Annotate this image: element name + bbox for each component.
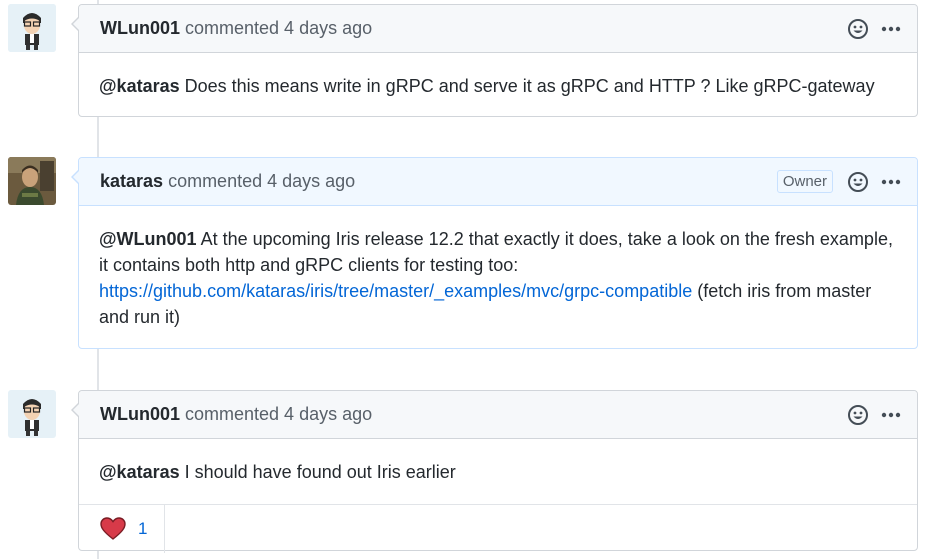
comment-header: WLun001 commented 4 days ago — [79, 5, 917, 53]
user-mention[interactable]: @kataras — [99, 76, 180, 96]
kebab-icon[interactable] — [881, 26, 901, 32]
comment-body: @kataras I should have found out Iris ea… — [79, 439, 917, 504]
comment-header: WLun001 commented 4 days ago — [79, 391, 917, 439]
comment-text: At the upcoming Iris release 12.2 that e… — [99, 229, 893, 275]
comment-text: Does this means write in gRPC and serve … — [179, 76, 875, 96]
smiley-icon[interactable] — [847, 171, 869, 193]
user-mention[interactable]: @WLun001 — [99, 229, 197, 249]
smiley-icon[interactable] — [847, 404, 869, 426]
comment-box: WLun001 commented 4 days ago @kataras Do… — [71, 4, 918, 117]
comment-author[interactable]: WLun001 — [100, 18, 180, 39]
reaction-count: 1 — [138, 519, 148, 538]
smiley-icon[interactable] — [847, 18, 869, 40]
reactions-bar: 1 — [79, 504, 917, 553]
avatar[interactable] — [8, 157, 56, 205]
comment-header: kataras commented 4 days ago Owner — [79, 158, 917, 206]
comment-body: @WLun001 At the upcoming Iris release 12… — [79, 206, 917, 348]
comment-box: WLun001 commented 4 days ago @kataras I … — [71, 390, 918, 553]
avatar[interactable] — [8, 390, 56, 438]
comment-timestamp[interactable]: commented 4 days ago — [185, 18, 372, 39]
comment-text: I should have found out Iris earlier — [179, 462, 456, 482]
comment-body: @kataras Does this means write in gRPC a… — [79, 53, 917, 117]
user-mention[interactable]: @kataras — [99, 462, 180, 482]
reaction-heart-button[interactable]: 1 — [79, 505, 165, 553]
comment-timestamp[interactable]: commented 4 days ago — [168, 171, 355, 192]
comment-author[interactable]: WLun001 — [100, 404, 180, 425]
kebab-icon[interactable] — [881, 412, 901, 418]
example-link[interactable]: https://github.com/kataras/iris/tree/mas… — [99, 281, 692, 301]
heart-icon — [100, 517, 126, 540]
comment-timestamp[interactable]: commented 4 days ago — [185, 404, 372, 425]
kebab-icon[interactable] — [881, 179, 901, 185]
avatar[interactable] — [8, 4, 56, 52]
owner-badge: Owner — [776, 170, 833, 193]
comment-box: kataras commented 4 days ago Owner @WLun… — [71, 157, 918, 349]
comment-author[interactable]: kataras — [100, 171, 163, 192]
